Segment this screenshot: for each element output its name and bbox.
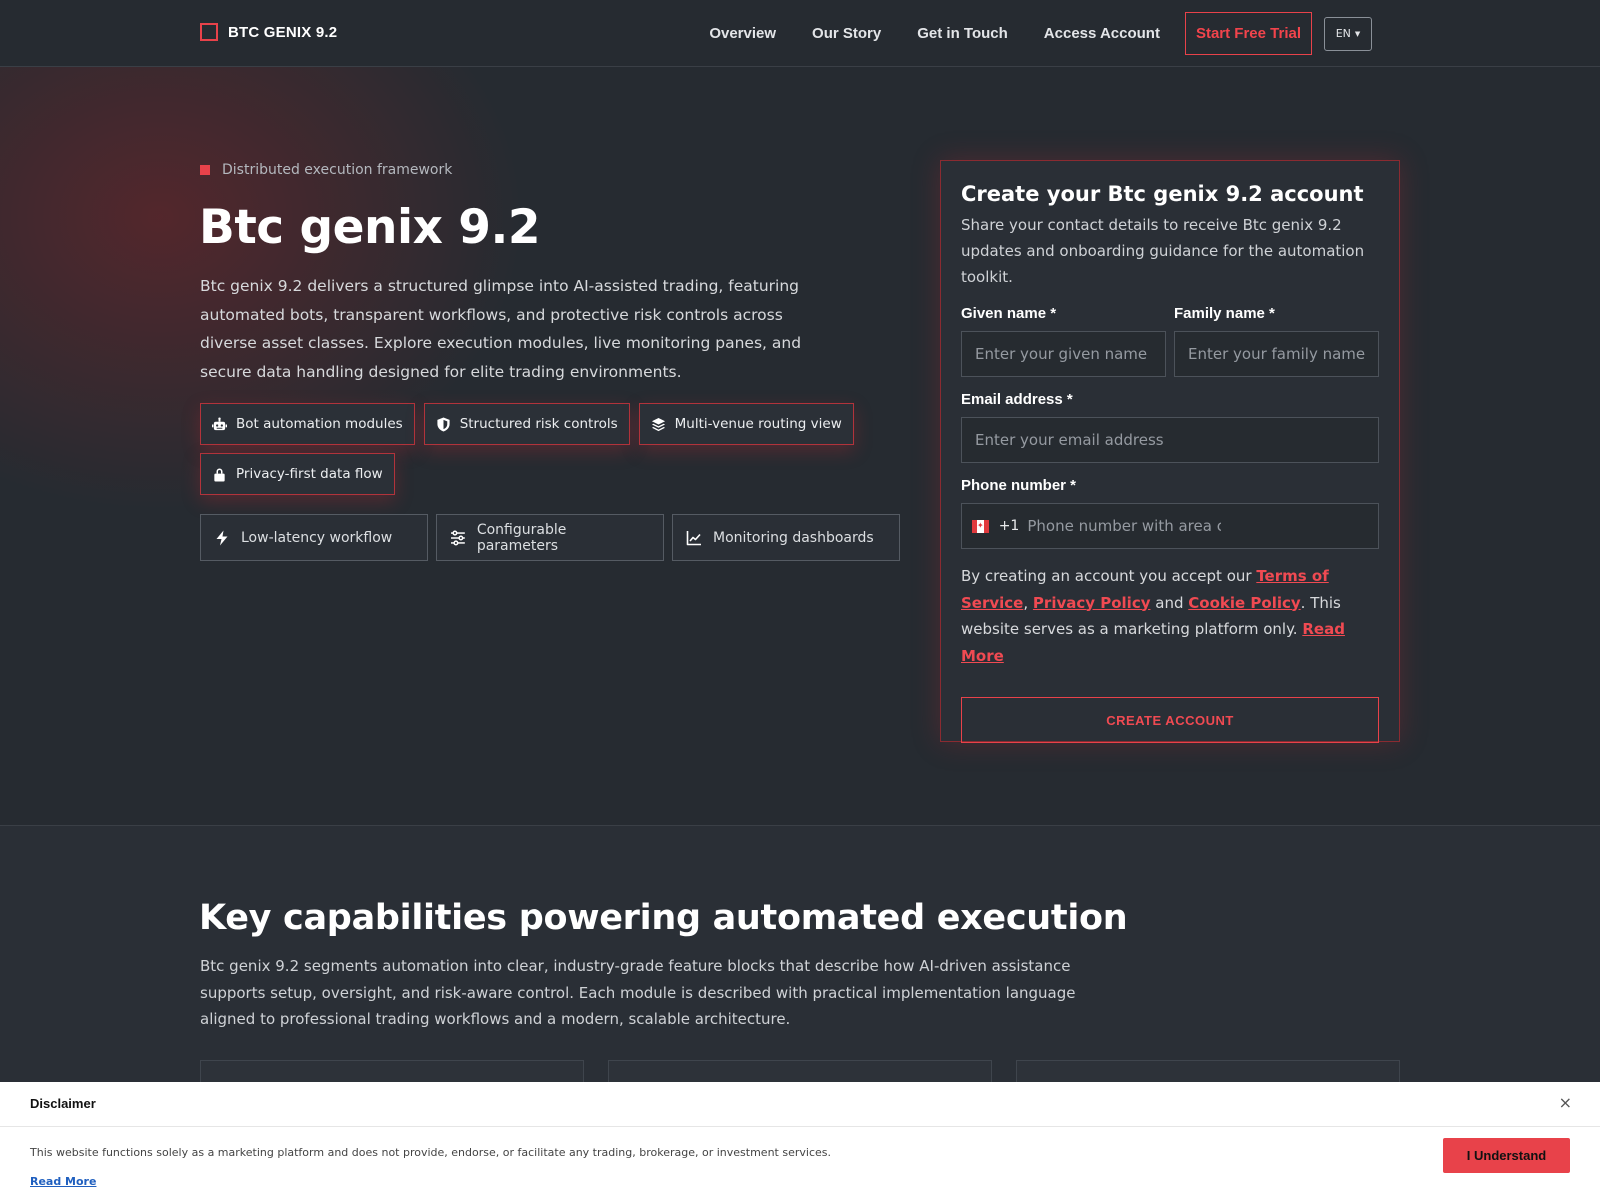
- dial-code[interactable]: +1: [999, 518, 1020, 534]
- chip-bot-automation: Bot automation modules: [200, 403, 415, 445]
- eyebrow-text: Distributed execution framework: [222, 162, 453, 178]
- chip-privacy-data: Privacy-first data flow: [200, 453, 395, 495]
- phone-input[interactable]: [1027, 504, 1402, 548]
- form-title: Create your Btc genix 9.2 account: [961, 182, 1364, 206]
- disclaimer-header: Disclaimer ×: [0, 1082, 1600, 1127]
- caret-down-icon: ▼: [1354, 29, 1361, 38]
- hero-description: Btc genix 9.2 delivers a structured glim…: [200, 277, 802, 381]
- i-understand-button[interactable]: I Understand: [1443, 1138, 1570, 1173]
- capabilities-description: Btc genix 9.2 segments automation into c…: [200, 957, 1076, 1028]
- feature-label: Configurable parameters: [476, 521, 567, 554]
- legal-text: By creating an account you accept our Te…: [961, 563, 1379, 669]
- chip-label: Multi-venue routing view: [674, 416, 842, 432]
- email-group: Email address *: [961, 391, 1379, 463]
- hero-eyebrow: Distributed execution framework: [200, 162, 452, 178]
- disclaimer-read-more-link[interactable]: Read More: [30, 1175, 96, 1188]
- robot-icon: [212, 416, 227, 430]
- nav-link-overview[interactable]: Overview: [709, 13, 776, 55]
- nav-link-access-account[interactable]: Access Account: [1044, 13, 1160, 55]
- legal-prefix: By creating an account you accept our: [961, 567, 1257, 585]
- feature-configurable-parameters: Configurable parameters: [436, 514, 664, 561]
- name-row: Given name * Family name *: [961, 305, 1379, 377]
- email-label: Email address *: [961, 391, 1073, 408]
- legal-and: and: [1150, 593, 1189, 612]
- feature-low-latency: Low-latency workflow: [200, 514, 428, 561]
- capabilities-title: Key capabilities powering automated exec…: [199, 898, 1128, 938]
- chip-label: Structured risk controls: [459, 416, 618, 432]
- language-code: EN: [1335, 27, 1351, 40]
- main-nav: Overview Our Story Get in Touch Access A…: [709, 12, 1372, 55]
- nav-link-our-story[interactable]: Our Story: [812, 13, 881, 55]
- lock-icon: [214, 468, 225, 482]
- top-navigation-bar: BTC GENIX 9.2 Overview Our Story Get in …: [0, 0, 1600, 67]
- given-name-label: Given name *: [961, 305, 1057, 322]
- privacy-policy-link[interactable]: Privacy Policy: [1033, 594, 1151, 612]
- chip-routing-view: Multi-venue routing view: [638, 403, 854, 445]
- nav-link-get-in-touch[interactable]: Get in Touch: [917, 13, 1008, 55]
- phone-field: ✦ +1: [961, 503, 1402, 549]
- family-name-label: Family name *: [1174, 305, 1275, 322]
- disclaimer-text: This website functions solely as a marke…: [30, 1146, 831, 1159]
- brand-name: BTC GENIX 9.2: [228, 23, 338, 41]
- hero-title: Btc genix 9.2: [199, 200, 541, 255]
- feature-monitoring-dashboards: Monitoring dashboards: [672, 514, 900, 561]
- disclaimer-banner: Disclaimer × This website functions sole…: [0, 1082, 1600, 1200]
- chip-label: Privacy-first data flow: [236, 466, 383, 482]
- form-subtitle: Share your contact details to receive Bt…: [961, 216, 1365, 286]
- layers-icon: [651, 417, 665, 431]
- create-account-button[interactable]: CREATE ACCOUNT: [961, 697, 1379, 743]
- cookie-policy-link[interactable]: Cookie Policy: [1188, 594, 1300, 612]
- shield-icon: [437, 416, 450, 432]
- hero-section: Distributed execution framework Btc geni…: [0, 67, 1600, 826]
- bolt-icon: [216, 530, 228, 545]
- feature-label: Monitoring dashboards: [713, 529, 874, 546]
- disclaimer-title: Disclaimer: [30, 1096, 96, 1111]
- eyebrow-square-icon: [200, 165, 210, 175]
- email-input[interactable]: [961, 417, 1379, 463]
- logo-square-icon: [200, 23, 218, 41]
- family-name-group: Family name *: [1174, 305, 1379, 377]
- family-name-input[interactable]: [1174, 331, 1379, 377]
- language-selector[interactable]: EN ▼: [1324, 16, 1372, 51]
- canada-flag-icon[interactable]: ✦: [972, 519, 989, 533]
- start-free-trial-button[interactable]: Start Free Trial: [1184, 12, 1312, 55]
- close-icon[interactable]: ×: [1559, 1093, 1572, 1112]
- phone-label: Phone number *: [961, 477, 1077, 494]
- phone-group: Phone number * ✦ +1: [961, 477, 1402, 549]
- feature-label: Low-latency workflow: [241, 529, 393, 546]
- legal-comma: ,: [1023, 593, 1029, 612]
- sliders-icon: [450, 530, 465, 545]
- chart-line-icon: [686, 530, 701, 545]
- given-name-input[interactable]: [961, 331, 1166, 377]
- feature-boxes: Low-latency workflow Configurable parame…: [200, 514, 900, 561]
- given-name-group: Given name *: [961, 305, 1166, 377]
- signup-form-card: Create your Btc genix 9.2 account Share …: [940, 160, 1402, 743]
- highlight-chips: Bot automation modules Structured risk c…: [200, 403, 860, 495]
- chip-risk-controls: Structured risk controls: [423, 403, 630, 445]
- brand-logo[interactable]: BTC GENIX 9.2: [200, 23, 337, 41]
- chip-label: Bot automation modules: [236, 416, 403, 432]
